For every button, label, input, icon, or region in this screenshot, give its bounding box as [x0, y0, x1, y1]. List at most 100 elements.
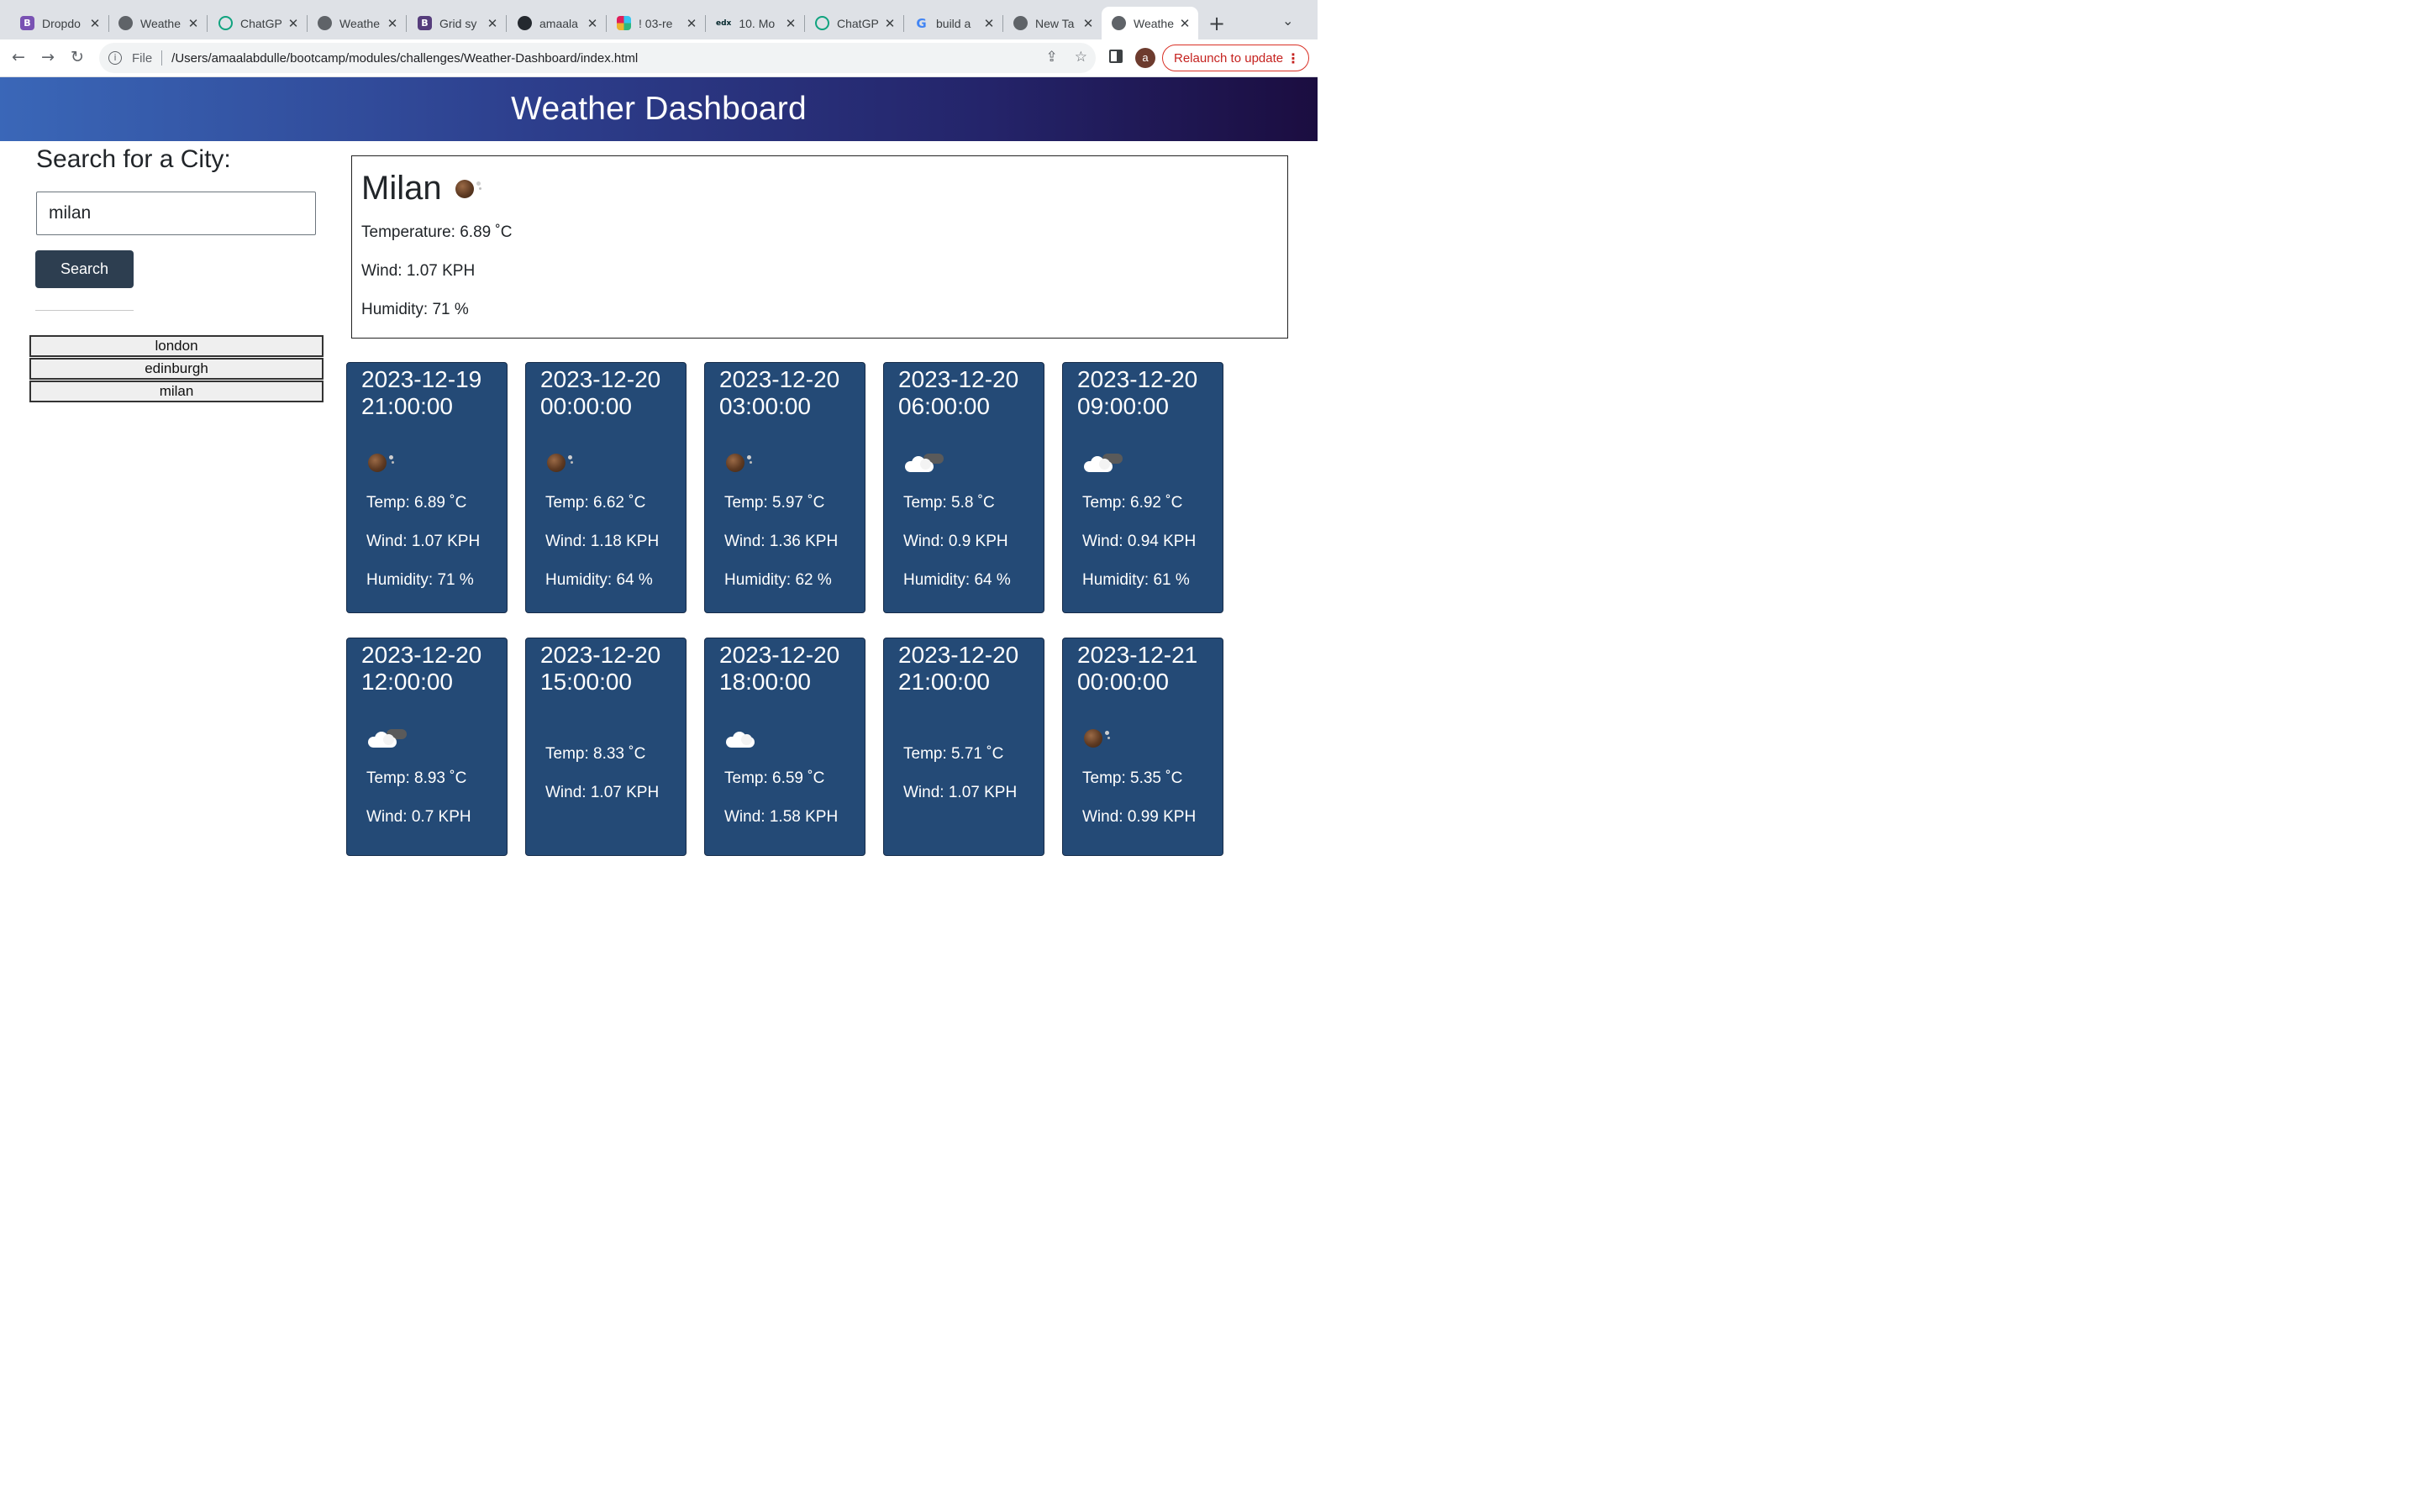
- new-tab-button[interactable]: +: [1208, 12, 1225, 35]
- browser-tab[interactable]: ChatGP ✕: [805, 7, 904, 39]
- kebab-menu-icon[interactable]: ⋮: [1286, 50, 1300, 66]
- search-history-list: london edinburgh milan: [29, 335, 324, 403]
- tab-title: New Ta: [1035, 16, 1075, 30]
- forward-arrow-icon[interactable]: →: [41, 48, 55, 66]
- tab-close-icon[interactable]: ✕: [685, 16, 698, 31]
- reload-icon[interactable]: ↻: [71, 48, 84, 66]
- bookmark-star-icon[interactable]: ☆: [1075, 49, 1087, 66]
- globe-icon: [118, 16, 133, 30]
- forecast-datetime: 2023-12-20 09:00:00: [1077, 366, 1198, 419]
- browser-tab[interactable]: Weathe ✕: [308, 7, 407, 39]
- google-icon: G: [916, 15, 927, 31]
- browser-tab[interactable]: Weathe ✕: [1102, 7, 1198, 39]
- forecast-wind: Wind: 0.7 KPH: [366, 808, 471, 826]
- relaunch-button[interactable]: Relaunch to update ⋮: [1162, 45, 1309, 71]
- address-bar[interactable]: i File /Users/amaalabdulle/bootcamp/modu…: [99, 43, 1096, 73]
- browser-tab[interactable]: New Ta ✕: [1003, 7, 1102, 39]
- browser-tab-strip: B Dropdo ✕ Weathe ✕ ChatGP ✕ Weathe ✕ B Grid sy ✕ am…: [0, 0, 1318, 39]
- tab-close-icon[interactable]: ✕: [486, 16, 499, 31]
- tab-search-chevron-icon[interactable]: ⌄: [1282, 13, 1293, 29]
- forecast-temp: Temp: 6.62 ˚C: [545, 494, 646, 512]
- history-city-button[interactable]: milan: [29, 381, 324, 402]
- forecast-icon: [905, 454, 944, 476]
- page-title: Weather Dashboard: [511, 91, 807, 127]
- forecast-card: 2023-12-21 00:00:00 Temp: 5.35 ˚C Wind: 0.…: [1062, 638, 1223, 856]
- bootstrap-icon: B: [20, 16, 34, 30]
- browser-tab[interactable]: Gbuild a ✕: [904, 7, 1003, 39]
- forecast-icon: [368, 454, 393, 476]
- cloud-icon: [726, 729, 760, 748]
- forecast-card: 2023-12-20 03:00:00 Temp: 5.97 ˚C Wind: 1.…: [704, 362, 865, 613]
- forecast-temp: Temp: 8.93 ˚C: [366, 769, 467, 787]
- history-city-button[interactable]: edinburgh: [29, 358, 324, 380]
- forecast-temp: Temp: 5.35 ˚C: [1082, 769, 1183, 787]
- tab-close-icon[interactable]: ✕: [386, 16, 399, 31]
- tab-close-icon[interactable]: ✕: [784, 16, 797, 31]
- tab-close-icon[interactable]: ✕: [883, 16, 897, 31]
- forecast-temp: Temp: 5.71 ˚C: [903, 745, 1004, 763]
- forecast-temp: Temp: 6.89 ˚C: [366, 494, 467, 512]
- tab-close-icon[interactable]: ✕: [88, 16, 102, 31]
- tab-close-icon[interactable]: ✕: [982, 16, 996, 31]
- tab-title: Grid sy: [439, 16, 477, 30]
- cloud-night-icon: [905, 454, 944, 472]
- tab-close-icon[interactable]: ✕: [187, 16, 200, 31]
- search-button[interactable]: Search: [35, 250, 134, 288]
- browser-tab[interactable]: B Dropdo ✕: [10, 7, 109, 39]
- browser-tab[interactable]: ! 03-re ✕: [607, 7, 706, 39]
- browser-tab[interactable]: edx 10. Mo ✕: [706, 7, 805, 39]
- browser-tab[interactable]: B Grid sy ✕: [408, 7, 507, 39]
- browser-tab[interactable]: amaala ✕: [508, 7, 607, 39]
- forecast-wind: Wind: 1.18 KPH: [545, 533, 660, 550]
- current-wind: Wind: 1.07 KPH: [361, 262, 476, 280]
- forecast-wind: Wind: 1.07 KPH: [366, 533, 481, 550]
- bootstrap-icon: B: [418, 16, 432, 30]
- tab-close-icon[interactable]: ✕: [287, 16, 300, 31]
- tab-close-icon[interactable]: ✕: [1081, 16, 1095, 31]
- site-info-icon[interactable]: i: [108, 51, 122, 65]
- profile-avatar[interactable]: a: [1135, 48, 1155, 68]
- history-city-button[interactable]: london: [29, 335, 324, 357]
- forecast-icon: [1084, 454, 1123, 476]
- forecast-datetime: 2023-12-20 00:00:00: [540, 366, 661, 419]
- forecast-wind: Wind: 1.36 KPH: [724, 533, 839, 550]
- forecast-datetime: 2023-12-20 18:00:00: [719, 642, 840, 695]
- cloud-night-icon: [368, 729, 407, 748]
- back-arrow-icon[interactable]: ←: [12, 48, 25, 66]
- forecast-datetime: 2023-12-20 03:00:00: [719, 366, 840, 419]
- browser-tab[interactable]: ChatGP ✕: [208, 7, 308, 39]
- moon-icon: [1084, 729, 1109, 748]
- tab-close-icon[interactable]: ✕: [1178, 16, 1192, 31]
- forecast-card: 2023-12-20 15:00:00 Temp: 8.33 ˚C Wind: 1.…: [525, 638, 687, 856]
- cloud-night-icon: [1084, 454, 1123, 472]
- forecast-wind: Wind: 1.58 KPH: [724, 808, 839, 826]
- current-humidity: Humidity: 71 %: [361, 301, 469, 318]
- forecast-icon: [726, 729, 760, 752]
- tab-title: 10. Mo: [739, 16, 776, 30]
- tab-title: Weathe: [140, 16, 181, 30]
- url-text[interactable]: /Users/amaalabdulle/bootcamp/modules/cha…: [171, 51, 638, 66]
- side-panel-icon[interactable]: [1109, 50, 1123, 63]
- browser-toolbar: ← → ↻ i File /Users/amaalabdulle/bootcam…: [0, 39, 1318, 77]
- tab-title: Dropdo: [42, 16, 81, 30]
- forecast-temp: Temp: 6.92 ˚C: [1082, 494, 1183, 512]
- forecast-card: 2023-12-20 18:00:00 Temp: 6.59 ˚C Wind: 1.…: [704, 638, 865, 856]
- tab-title: Weathe: [339, 16, 380, 30]
- globe-icon: [1112, 16, 1126, 30]
- tab-separator: [207, 15, 208, 32]
- tab-title: ChatGP: [240, 16, 282, 30]
- tab-close-icon[interactable]: ✕: [586, 16, 599, 31]
- globe-icon: [318, 16, 332, 30]
- current-weather-panel: Milan Temperature: 6.89 ˚C Wind: 1.07 KP…: [351, 155, 1288, 339]
- relaunch-label: Relaunch to update: [1174, 50, 1284, 66]
- forecast-temp: Temp: 6.59 ˚C: [724, 769, 825, 787]
- browser-tab[interactable]: Weathe ✕: [108, 7, 208, 39]
- url-scheme-label: File: [132, 50, 153, 66]
- current-temperature: Temperature: 6.89 ˚C: [361, 223, 513, 241]
- tab-title: build a: [936, 16, 971, 30]
- city-search-input[interactable]: [36, 192, 316, 235]
- forecast-humidity: Humidity: 71 %: [366, 571, 474, 589]
- forecast-card: 2023-12-20 21:00:00 Temp: 5.71 ˚C Wind: 1.…: [883, 638, 1044, 856]
- share-icon[interactable]: ⇪: [1046, 49, 1058, 66]
- moon-icon: [455, 179, 481, 198]
